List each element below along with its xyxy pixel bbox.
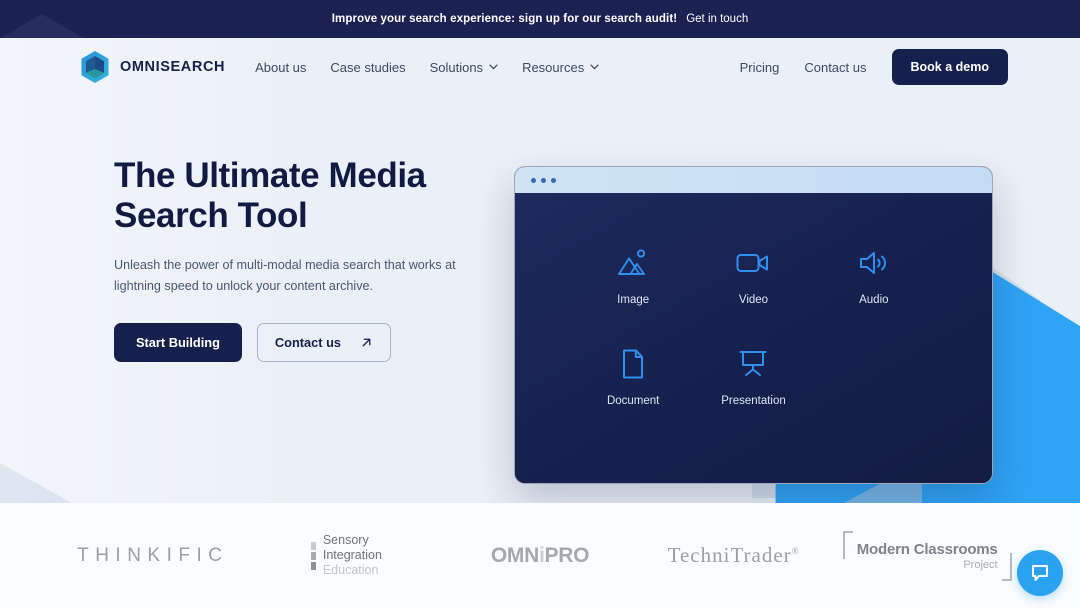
landing-page: Improve your search experience: sign up … [0, 0, 1080, 608]
arrow-up-right-icon [362, 338, 371, 347]
logo-omnipro-post: PRO [544, 543, 590, 567]
logo-technitrader-text: TechniTrader® [668, 543, 800, 568]
nav-item-label: Resources [522, 59, 585, 75]
logo-sensory-integration-education: Sensory Integration Education [250, 533, 444, 577]
chat-bubble-icon [1032, 565, 1048, 581]
announcement-get-in-touch-link[interactable]: Get in touch [686, 13, 748, 25]
nav-right-group: Pricing Contact us Book a demo [740, 49, 1008, 85]
announcement-decor-triangle [0, 14, 94, 38]
logo-omnipro-pre: OMN [490, 543, 539, 567]
nav-item-label: Solutions [429, 59, 484, 75]
logo-modern-line-1: Modern Classrooms [856, 540, 998, 558]
page-title: The Ultimate Media Search Tool [114, 156, 514, 235]
start-building-button[interactable]: Start Building [114, 322, 242, 362]
bracket-top-left-decor [842, 530, 853, 559]
brand-logo[interactable]: OMNISEARCH [80, 50, 225, 84]
logo-modern-classrooms: Modern Classrooms Project [830, 530, 1024, 581]
hero-body: The Ultimate Media Search Tool Unleash t… [0, 96, 1080, 362]
bracket-bottom-right-decor [1001, 552, 1012, 581]
omnisearch-hexagon-icon [81, 51, 109, 83]
nav-item-solutions[interactable]: Solutions [430, 60, 498, 75]
contact-us-button-label: Contact us [274, 334, 342, 350]
logo-thinkific: THINKIFIC [56, 545, 250, 567]
nav-item-label: Contact us [804, 59, 867, 75]
logo-omnipro-text: OMNiPRO [490, 543, 590, 568]
nav-item-label: Case studies [330, 59, 406, 75]
main-navigation: OMNISEARCH About us Case studies Solutio… [0, 38, 1080, 96]
logo-modern-line-2: Project [963, 558, 998, 571]
chevron-down-icon [489, 64, 498, 70]
announcement-bar: Improve your search experience: sign up … [0, 0, 1080, 38]
nav-item-label: About us [255, 59, 307, 75]
nav-item-about-us[interactable]: About us [255, 60, 306, 75]
book-a-demo-button[interactable]: Book a demo [891, 49, 1008, 85]
hero-title-line-1: The Ultimate Media [114, 156, 426, 195]
logo-sensory-line-1: Sensory [322, 533, 369, 548]
nav-item-pricing[interactable]: Pricing [740, 60, 780, 75]
sensory-bars-icon [310, 541, 316, 570]
nav-item-contact-us[interactable]: Contact us [804, 60, 866, 75]
hero-subtitle: Unleash the power of multi-modal media s… [114, 258, 456, 293]
logo-thinkific-text: THINKIFIC [77, 544, 229, 566]
nav-item-case-studies[interactable]: Case studies [330, 60, 405, 75]
nav-links: About us Case studies Solutions Resource… [255, 60, 599, 75]
nav-item-resources[interactable]: Resources [522, 60, 599, 75]
announcement-text: Improve your search experience: sign up … [331, 13, 678, 25]
contact-us-button[interactable]: Contact us [256, 322, 392, 362]
hero-text-column: The Ultimate Media Search Tool Unleash t… [114, 96, 514, 362]
hero-title-line-2: Search Tool [114, 195, 308, 235]
logo-omnipro: OMNiPRO [443, 544, 637, 568]
client-logos-strip: THINKIFIC Sensory Integration Education … [0, 503, 1080, 608]
logo-sensory-line-2: Integration [322, 548, 382, 563]
chevron-down-icon [590, 64, 599, 70]
logo-technitrader-name: TechniTrader [667, 543, 792, 567]
chat-widget-button[interactable] [1017, 550, 1063, 596]
media-type-label: Presentation [721, 395, 786, 407]
logo-technitrader-mark: ® [791, 546, 800, 556]
logo-technitrader: TechniTrader® [637, 543, 831, 568]
brand-name: OMNISEARCH [120, 59, 226, 75]
media-type-label: Document [606, 395, 660, 407]
hero-cta-group: Start Building Contact us [114, 322, 514, 362]
nav-item-label: Pricing [739, 59, 780, 75]
logo-sensory-line-3: Education [322, 562, 379, 577]
hero-section: OMNISEARCH About us Case studies Solutio… [0, 38, 1080, 503]
